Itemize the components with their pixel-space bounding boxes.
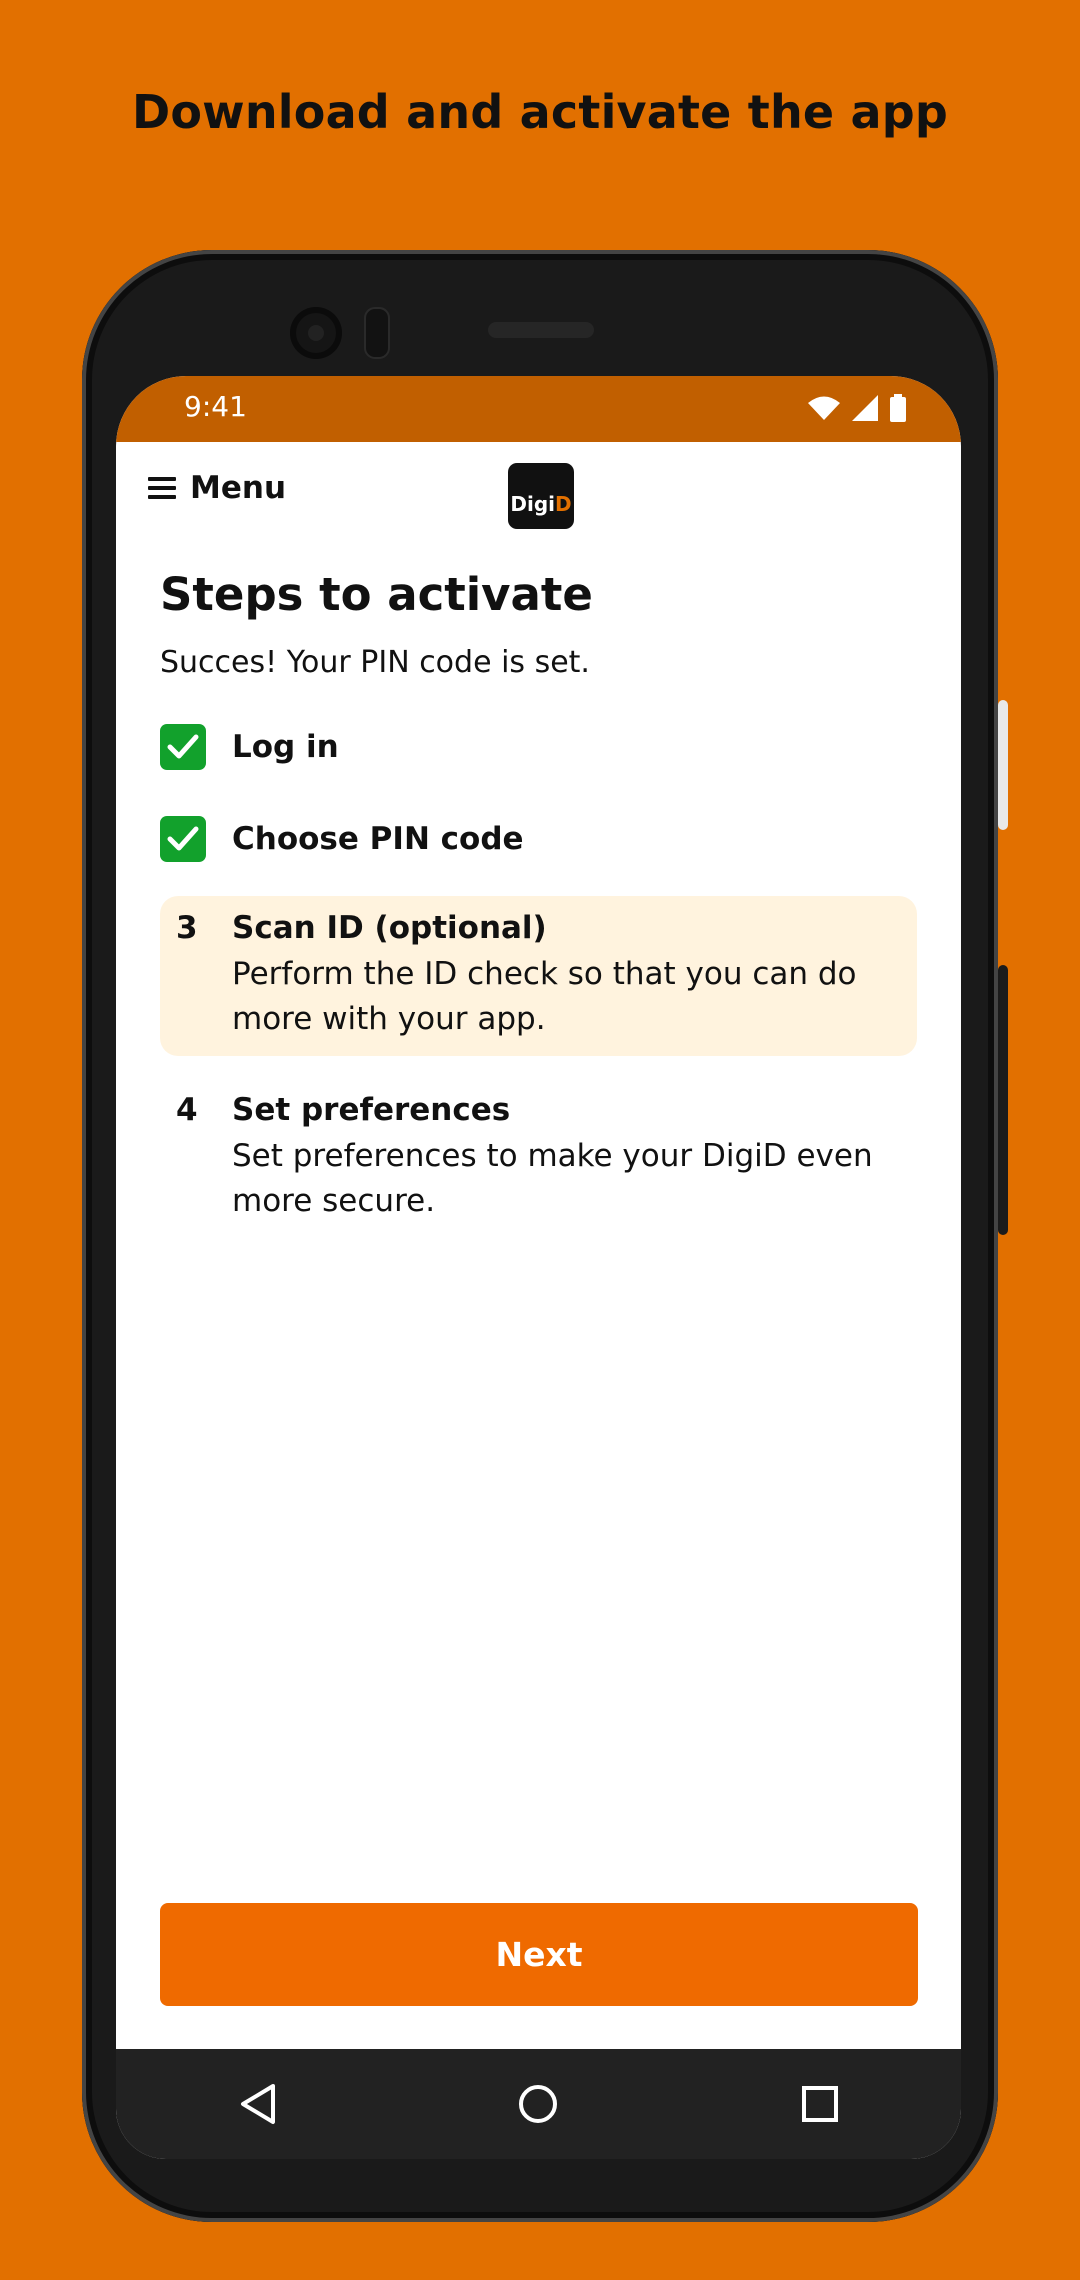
signal-icon (852, 395, 878, 421)
menu-label: Menu (190, 470, 287, 506)
earpiece-speaker (488, 322, 594, 338)
app-bar: Menu Digi D (116, 442, 961, 568)
step-description: Perform the ID check so that you can do … (232, 956, 857, 1037)
back-icon (240, 2084, 275, 2124)
step-preferences: 4 Set preferences Set preferences to mak… (160, 1092, 917, 1224)
step-label: Choose PIN code (232, 821, 524, 857)
step-title: Scan ID (optional) (232, 910, 547, 946)
step-choose-pin: Choose PIN code (160, 816, 917, 862)
page-subtitle: Succes! Your PIN code is set. (160, 645, 590, 680)
proximity-sensor (364, 307, 390, 359)
front-camera (290, 307, 342, 359)
logo-text: Digi (510, 492, 556, 516)
status-bar: 9:41 (116, 376, 961, 442)
system-nav-bar (116, 2049, 961, 2159)
phone-volume-button (998, 965, 1008, 1235)
page-title: Steps to activate (160, 568, 593, 621)
step-number: 4 (176, 1092, 198, 1128)
home-icon (519, 2085, 558, 2123)
phone-power-button (998, 700, 1008, 830)
next-button[interactable]: Next (160, 1903, 918, 2006)
menu-icon (148, 477, 176, 499)
recents-button[interactable] (780, 2064, 860, 2144)
step-label: Log in (232, 729, 339, 765)
check-icon (160, 816, 206, 862)
recents-icon (802, 2086, 839, 2122)
back-button[interactable] (217, 2064, 297, 2144)
step-scan-id[interactable]: 3 Scan ID (optional) Perform the ID chec… (160, 896, 917, 1056)
logo-accent: D (555, 492, 572, 516)
promo-headline: Download and activate the app (131, 85, 949, 139)
phone-screen: 9:41 Menu Digi D Steps to activate Succes… (116, 376, 961, 2159)
status-time: 9:41 (184, 390, 247, 423)
step-title: Set preferences (232, 1092, 511, 1128)
wifi-icon (808, 396, 840, 420)
step-number: 3 (176, 910, 198, 946)
battery-icon (890, 394, 906, 422)
menu-button[interactable]: Menu (148, 470, 286, 506)
home-button[interactable] (498, 2064, 578, 2144)
main-content: Steps to activate Succes! Your PIN code … (116, 568, 961, 1224)
step-description: Set preferences to make your DigiD even … (232, 1138, 873, 1219)
digid-logo: Digi D (508, 463, 574, 529)
step-login: Log in (160, 724, 917, 770)
check-icon (160, 724, 206, 770)
